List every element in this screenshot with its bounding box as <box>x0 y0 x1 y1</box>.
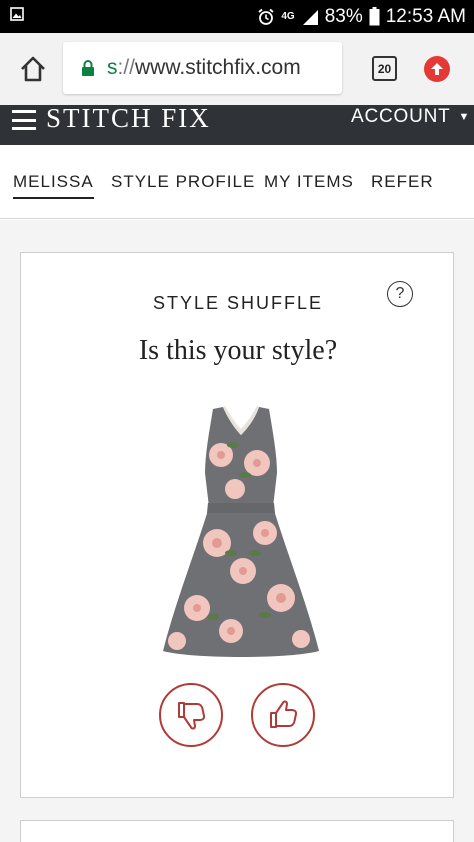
thumbs-up-button[interactable] <box>251 683 315 747</box>
card-title: Is this your style? <box>138 335 338 366</box>
next-card <box>20 820 454 842</box>
battery-percent: 83% <box>324 5 363 27</box>
style-shuffle-card: ? STYLE SHUFFLE Is this your style? <box>20 252 454 798</box>
nav-item-refer[interactable]: REFER <box>371 172 434 197</box>
nav-item-my-items[interactable]: MY ITEMS <box>264 172 354 197</box>
caret-down-icon: ▼ <box>458 111 471 123</box>
thumbs-up-icon <box>270 700 298 728</box>
battery-icon <box>369 7 380 26</box>
url-bar[interactable]: s://www.stitchfix.com <box>63 42 342 94</box>
thumbs-down-button[interactable] <box>159 683 223 747</box>
tab-count: 20 <box>377 61 392 76</box>
url-separator: :// <box>117 56 136 79</box>
menu-icon[interactable] <box>12 110 36 130</box>
update-button[interactable] <box>424 56 450 82</box>
image-icon <box>10 7 24 26</box>
main-content: ? STYLE SHUFFLE Is this your style? <box>0 220 474 842</box>
home-button[interactable] <box>8 44 58 94</box>
brand-logo[interactable]: STITCH FIX <box>46 103 211 134</box>
alarm-icon <box>257 8 275 26</box>
signal-icon <box>301 8 319 26</box>
lte-icon: 4G <box>281 11 295 22</box>
dress-image <box>163 406 319 657</box>
sub-nav: MELISSA STYLE PROFILE MY ITEMS REFER <box>0 145 474 219</box>
thumbs-down-icon <box>178 702 206 730</box>
nav-item-style-profile[interactable]: STYLE PROFILE <box>111 172 255 197</box>
card-eyebrow: STYLE SHUFFLE <box>152 293 324 313</box>
nav-item-melissa[interactable]: MELISSA <box>13 172 94 199</box>
url-host: www.stitchfix.com <box>135 56 301 79</box>
browser-toolbar: s://www.stitchfix.com 20 <box>0 33 474 105</box>
arrow-up-icon <box>431 63 443 75</box>
account-menu[interactable]: ACCOUNT ▼ <box>351 106 470 128</box>
tab-switcher-button[interactable]: 20 <box>372 56 397 81</box>
url-scheme: s <box>107 56 118 79</box>
status-time: 12:53 AM <box>385 5 466 27</box>
site-header: STITCH FIX ACCOUNT ▼ <box>0 103 474 145</box>
lock-icon <box>81 59 95 77</box>
home-icon <box>21 56 45 82</box>
status-bar: 4G 83% 12:53 AM <box>0 0 474 33</box>
account-label: ACCOUNT <box>351 106 451 127</box>
